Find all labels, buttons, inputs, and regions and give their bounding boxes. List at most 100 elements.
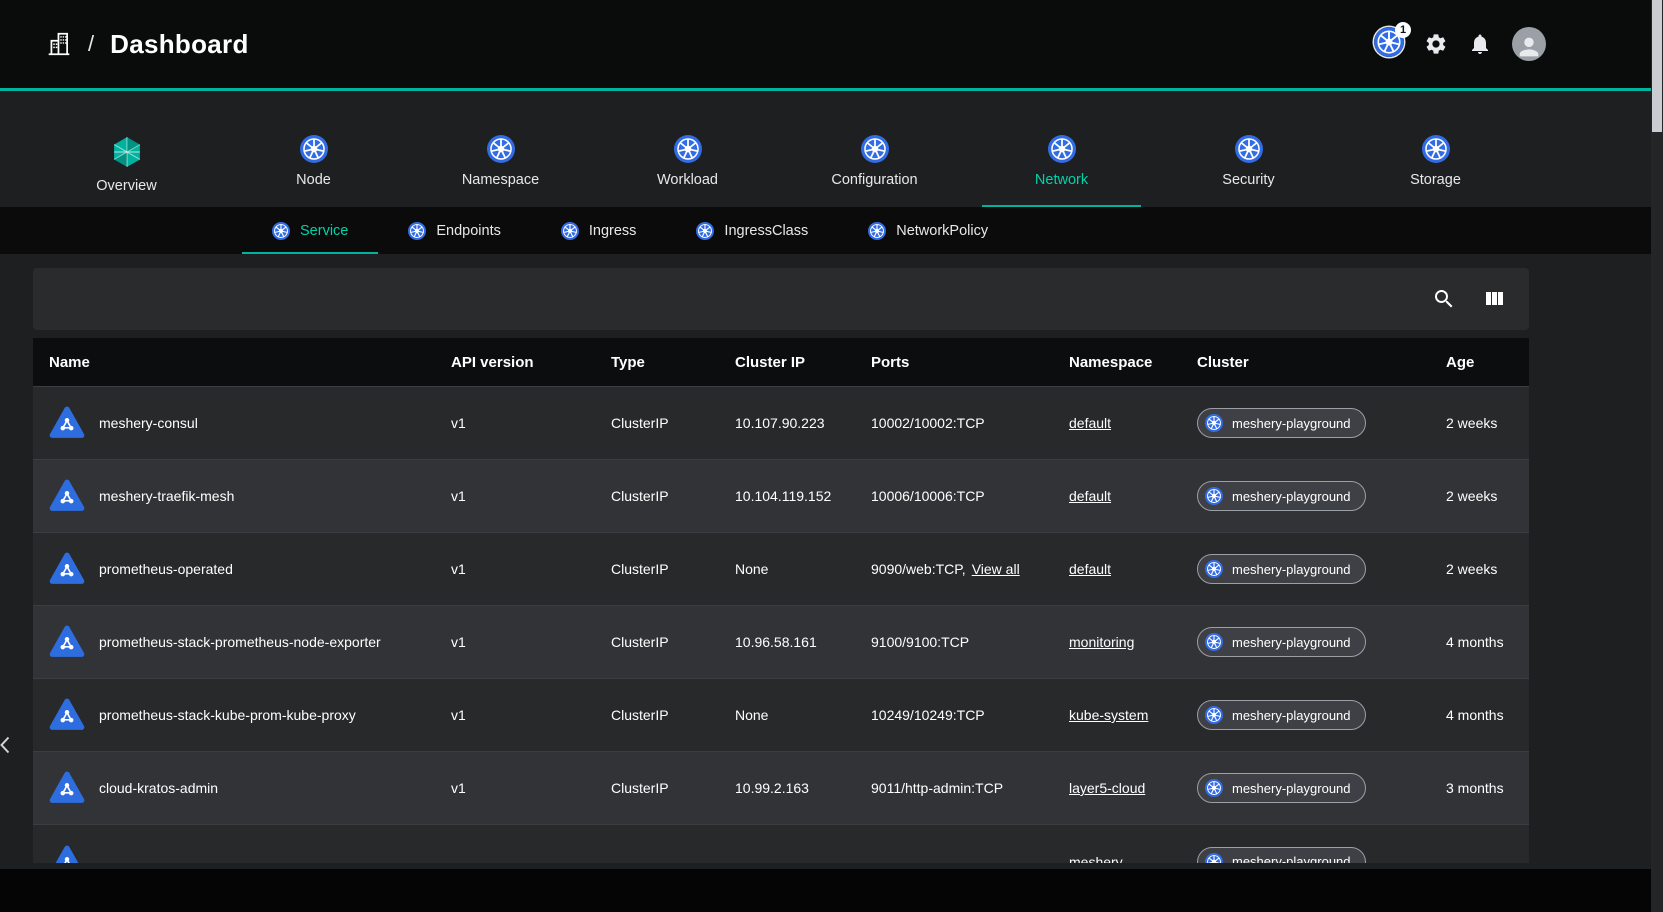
cluster-cell: meshery-playground (1197, 627, 1446, 657)
column-header-cluster: Cluster (1197, 354, 1446, 371)
view-column-icon (1482, 287, 1506, 311)
subtab-ingress[interactable]: Ingress (531, 207, 667, 254)
table-row[interactable]: meshery-consul v1 ClusterIP 10.107.90.22… (33, 386, 1529, 459)
cluster-ip-cell: 10.96.58.161 (735, 634, 871, 650)
cluster-chip[interactable]: meshery-playground (1197, 700, 1366, 730)
namespace-link[interactable]: monitoring (1069, 634, 1134, 650)
column-header-age: Age (1446, 354, 1529, 371)
service-name: meshery-consul (99, 415, 198, 431)
namespace-link[interactable]: default (1069, 415, 1111, 431)
organization-building-icon[interactable] (46, 31, 72, 57)
api-version-cell: v1 (451, 780, 611, 796)
tab-workload[interactable]: Workload (594, 131, 781, 207)
cluster-ip-cell: 10.104.119.152 (735, 488, 871, 504)
table-row[interactable]: prometheus-stack-prometheus-node-exporte… (33, 605, 1529, 678)
cluster-chip-label: meshery-playground (1232, 635, 1351, 650)
ports-value: 9090/web:TCP, (871, 561, 966, 577)
search-icon (1432, 287, 1456, 311)
cluster-chip[interactable]: meshery-playground (1197, 481, 1366, 511)
kubernetes-icon (868, 222, 886, 240)
age-cell: 4 months (1446, 634, 1529, 650)
service-name: meshery-traefik-mesh (99, 488, 234, 504)
tab-label: Node (296, 172, 331, 188)
search-button[interactable] (1427, 282, 1461, 316)
notifications-button[interactable] (1468, 32, 1492, 56)
namespace-link[interactable]: layer5-cloud (1069, 780, 1145, 796)
kubernetes-icon (1205, 853, 1223, 864)
tab-node[interactable]: Node (220, 131, 407, 207)
ports-cell: 9011/http-admin:TCP (871, 780, 1069, 796)
kubernetes-icon (408, 222, 426, 240)
breadcrumb-separator: / (88, 31, 94, 57)
bell-icon (1468, 32, 1492, 56)
cluster-count-badge: 1 (1395, 22, 1411, 38)
tab-namespace[interactable]: Namespace (407, 131, 594, 207)
network-subtabs-strip: Service Endpoints Ingress IngressClass N… (0, 207, 1651, 254)
tab-security[interactable]: Security (1155, 131, 1342, 207)
cluster-chip[interactable]: meshery-playground (1197, 554, 1366, 584)
name-cell: prometheus-stack-prometheus-node-exporte… (49, 624, 451, 660)
cluster-chip[interactable]: meshery-playground (1197, 408, 1366, 438)
header-actions: 1 (1374, 27, 1546, 62)
ports-cell: 9090/web:TCP, View all (871, 561, 1069, 577)
type-cell: ClusterIP (611, 415, 735, 431)
vertical-scrollbar[interactable] (1651, 0, 1663, 912)
drawer-collapse-handle[interactable] (0, 728, 16, 762)
kubernetes-icon (1205, 706, 1223, 724)
type-cell: ClusterIP (611, 707, 735, 723)
table-row[interactable]: cloud-kratos-admin v1 ClusterIP 10.99.2.… (33, 751, 1529, 824)
tab-overview[interactable]: Overview (33, 131, 220, 207)
tab-network[interactable]: Network (968, 131, 1155, 207)
cluster-chip[interactable]: meshery-playground (1197, 773, 1366, 803)
tab-configuration[interactable]: Configuration (781, 131, 968, 207)
table-row[interactable]: prometheus-operated v1 ClusterIP None 90… (33, 532, 1529, 605)
view-all-link[interactable]: View all (972, 561, 1020, 577)
service-resource-icon (49, 770, 85, 806)
table-row[interactable]: prometheus-stack-kube-prom-kube-proxy v1… (33, 678, 1529, 751)
connected-clusters-button[interactable]: 1 (1374, 27, 1404, 62)
kubernetes-icon (1205, 633, 1223, 651)
ports-value: 10002/10002:TCP (871, 415, 985, 431)
service-resource-icon (49, 844, 85, 864)
user-avatar[interactable] (1512, 27, 1546, 61)
subtab-networkpolicy[interactable]: NetworkPolicy (838, 207, 1018, 254)
cluster-chip[interactable]: meshery-playground (1197, 627, 1366, 657)
namespace-link[interactable]: default (1069, 561, 1111, 577)
namespace-link[interactable]: default (1069, 488, 1111, 504)
namespace-link[interactable]: kube-system (1069, 707, 1148, 723)
subtab-endpoints[interactable]: Endpoints (378, 207, 531, 254)
age-cell: 2 weeks (1446, 415, 1529, 431)
table-row[interactable]: meshery-traefik-mesh v1 ClusterIP 10.104… (33, 459, 1529, 532)
breadcrumb: / Dashboard (46, 29, 249, 60)
service-resource-icon (49, 551, 85, 587)
table-row[interactable]: meshery meshery-playground (33, 825, 1529, 863)
view-columns-button[interactable] (1477, 282, 1511, 316)
ports-cell: 10002/10002:TCP (871, 415, 1069, 431)
cluster-ip-cell: None (735, 561, 871, 577)
cluster-chip-label: meshery-playground (1232, 781, 1351, 796)
name-cell: cloud-kratos-admin (49, 770, 451, 806)
cluster-cell: meshery-playground (1197, 481, 1446, 511)
kubernetes-icon (487, 135, 515, 163)
service-resource-icon (49, 697, 85, 733)
subtab-service[interactable]: Service (242, 207, 378, 254)
subtab-label: IngressClass (724, 223, 808, 239)
type-cell: ClusterIP (611, 634, 735, 650)
tab-label: Network (1035, 172, 1088, 188)
api-version-cell: v1 (451, 415, 611, 431)
kubernetes-icon (1205, 560, 1223, 578)
tab-storage[interactable]: Storage (1342, 131, 1529, 207)
name-cell: meshery-consul (49, 405, 451, 441)
service-name: prometheus-stack-prometheus-node-exporte… (99, 634, 381, 650)
subtab-ingressclass[interactable]: IngressClass (666, 207, 838, 254)
subtab-label: Service (300, 223, 348, 239)
subtab-label: Endpoints (436, 223, 501, 239)
kubernetes-icon (561, 222, 579, 240)
services-table: Name API version Type Cluster IP Ports N… (33, 338, 1529, 863)
cluster-chip[interactable]: meshery-playground (1197, 847, 1366, 864)
namespace-link[interactable]: meshery (1069, 854, 1123, 864)
table-header-row: Name API version Type Cluster IP Ports N… (33, 338, 1529, 386)
scrollbar-thumb[interactable] (1652, 0, 1662, 132)
kubernetes-icon (272, 222, 290, 240)
settings-button[interactable] (1424, 32, 1448, 56)
